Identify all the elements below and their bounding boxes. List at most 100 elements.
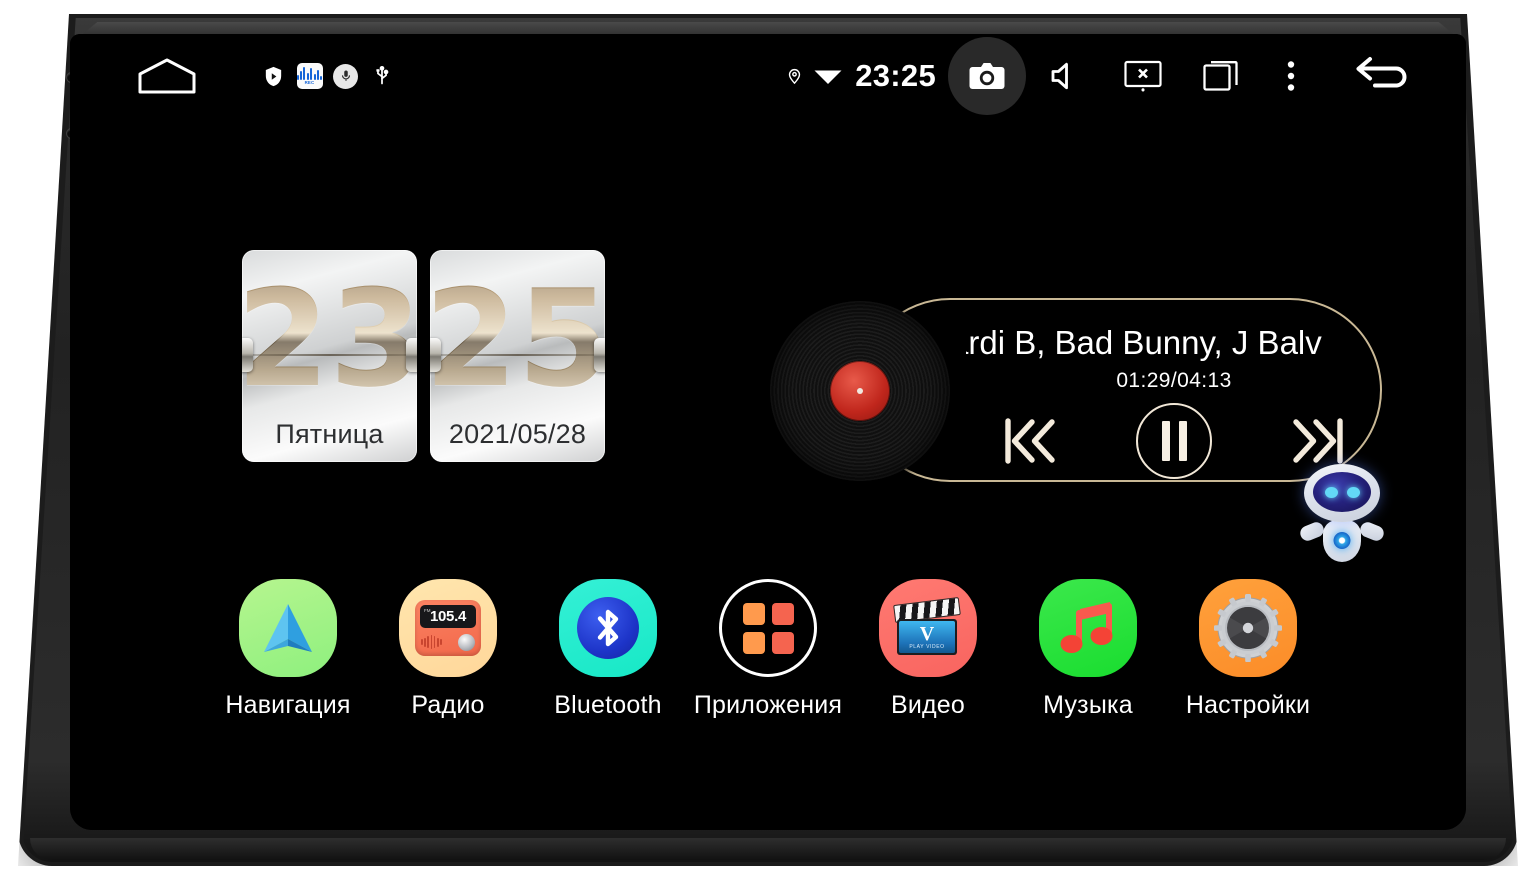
flip-axle-left xyxy=(430,338,441,372)
flip-axle-right xyxy=(594,338,605,372)
recents-icon xyxy=(1203,61,1238,91)
flip-clock-widget[interactable]: 23 Пятница 25 2021/05/28 xyxy=(242,250,605,462)
music-note-icon xyxy=(1039,579,1137,677)
dock-item-bluetooth[interactable]: Bluetooth xyxy=(552,579,664,720)
clock-hour: 23 xyxy=(242,261,417,417)
apps-grid-icon xyxy=(719,579,817,677)
play-protect-icon xyxy=(260,63,287,90)
speaker-mute-icon xyxy=(1051,62,1068,90)
clapper-body: V PLAY VIDEO xyxy=(897,619,957,655)
microphone-icon xyxy=(341,70,350,81)
track-title-text: ardi B, Bad Bunny, J Balv xyxy=(966,324,1322,361)
usb-icon xyxy=(368,63,395,90)
app-dock: Навигация FM 105.4 Радио Bluetooth Прило… xyxy=(70,579,1466,720)
wifi-icon xyxy=(814,70,842,84)
previous-track-button[interactable] xyxy=(1002,415,1058,467)
radio-display: FM 105.4 xyxy=(420,605,476,628)
recents-button[interactable] xyxy=(1182,37,1260,115)
dock-label: Радио xyxy=(411,691,485,719)
more-vertical-icon xyxy=(1287,61,1295,91)
statusbar-clock: 23:25 xyxy=(855,58,936,93)
back-arrow-icon xyxy=(1356,57,1407,88)
dock-item-radio[interactable]: FM 105.4 Радио xyxy=(392,579,504,720)
waveform-icon xyxy=(296,67,323,80)
robot-body xyxy=(1323,520,1361,562)
pause-icon xyxy=(1178,421,1187,461)
grid-squares-icon xyxy=(742,602,794,654)
flip-axle-left xyxy=(242,338,253,372)
settings-gear-icon xyxy=(1199,579,1297,677)
status-bar: REC 23:25 xyxy=(70,34,1466,118)
navigation-icon xyxy=(239,579,337,677)
next-track-icon xyxy=(1293,418,1343,464)
dock-label: Видео xyxy=(890,691,966,719)
dock-label: Навигация xyxy=(225,691,351,719)
gear-teeth-icon xyxy=(1214,594,1282,662)
clock-hour-card: 23 Пятница xyxy=(242,250,417,462)
robot-core-light xyxy=(1333,532,1351,549)
flip-axle-right xyxy=(406,338,417,372)
statusbar-center-group: 23:25 xyxy=(781,37,1026,115)
track-title: ardi B, Bad Bunny, J Balv xyxy=(966,321,1382,365)
bluetooth-glyph-icon xyxy=(597,609,619,647)
radio-front-panel xyxy=(421,632,475,652)
dock-label: Приложения xyxy=(693,691,843,719)
mute-button[interactable] xyxy=(1026,37,1104,115)
music-player-widget[interactable]: ardi B, Bad Bunny, J Balv 01:29/04:13 xyxy=(770,287,1382,492)
video-caption: PLAY VIDEO xyxy=(909,643,945,650)
clock-minute: 25 xyxy=(430,261,605,417)
clapper-screen: V PLAY VIDEO xyxy=(899,621,955,653)
flip-seam xyxy=(242,354,417,356)
play-pause-button[interactable] xyxy=(1136,403,1212,479)
next-track-button[interactable] xyxy=(1290,415,1346,467)
robot-head xyxy=(1304,464,1380,522)
nfc-recorder-icon: REC xyxy=(296,63,323,90)
vinyl-hole xyxy=(857,388,863,394)
device-bottom-edge xyxy=(30,838,1506,860)
robot-eye-left xyxy=(1325,487,1338,498)
bluetooth-icon xyxy=(559,579,657,677)
notification-icons[interactable]: REC xyxy=(260,63,395,90)
screen-off-button[interactable] xyxy=(1104,37,1182,115)
vinyl-record-icon xyxy=(770,301,950,481)
video-badge: V xyxy=(919,622,935,645)
bluetooth-circle xyxy=(577,597,639,659)
dock-item-apps[interactable]: Приложения xyxy=(694,579,842,720)
recorder-label: REC xyxy=(304,80,315,85)
microphone-icon xyxy=(332,63,359,90)
camera-icon xyxy=(969,63,1005,89)
location-pin-icon xyxy=(788,68,800,85)
clock-date: 2021/05/28 xyxy=(448,419,587,449)
screen-off-icon xyxy=(1124,60,1162,92)
clapperboard-icon: V PLAY VIDEO xyxy=(893,597,961,657)
track-time: 01:29/04:13 xyxy=(1116,369,1232,392)
dock-item-navigation[interactable]: Навигация xyxy=(225,579,350,720)
dock-item-settings[interactable]: Настройки xyxy=(1186,579,1310,720)
statusbar-home-button[interactable] xyxy=(136,56,198,96)
statusbar-back-button[interactable] xyxy=(1322,54,1442,98)
pause-icon xyxy=(1161,421,1170,461)
speaker-grille-icon xyxy=(421,635,442,649)
home-icon xyxy=(138,58,196,94)
assistant-robot-icon[interactable] xyxy=(1298,462,1386,562)
music-note-glyph-icon xyxy=(1060,602,1113,653)
screenshot-root: MIC RST + xyxy=(0,0,1537,877)
dock-item-video[interactable]: V PLAY VIDEO Видео xyxy=(872,579,984,720)
clock-minute-card: 25 2021/05/28 xyxy=(430,250,605,462)
screen-content: REC 23:25 23 Пятница 25 2021/05/28 ardi … xyxy=(70,34,1466,830)
radio-frequency: 105.4 xyxy=(429,608,467,625)
radio-band-label: FM xyxy=(424,608,431,613)
radio-body: FM 105.4 xyxy=(415,600,481,656)
play-protect-icon xyxy=(265,66,282,86)
radio-icon: FM 105.4 xyxy=(399,579,497,677)
dock-label: Bluetooth xyxy=(554,691,662,719)
overflow-menu-button[interactable] xyxy=(1260,37,1322,115)
dock-label: Настройки xyxy=(1185,691,1311,719)
location-pin-icon xyxy=(781,65,807,87)
dock-label: Музыка xyxy=(1043,691,1133,719)
dock-item-music[interactable]: Музыка xyxy=(1032,579,1144,720)
head-unit-screen: REC 23:25 23 Пятница 25 2021/05/28 ardi … xyxy=(70,34,1466,830)
screenshot-camera-button[interactable] xyxy=(948,37,1026,115)
wifi-icon xyxy=(811,65,845,87)
flip-seam xyxy=(430,354,605,356)
